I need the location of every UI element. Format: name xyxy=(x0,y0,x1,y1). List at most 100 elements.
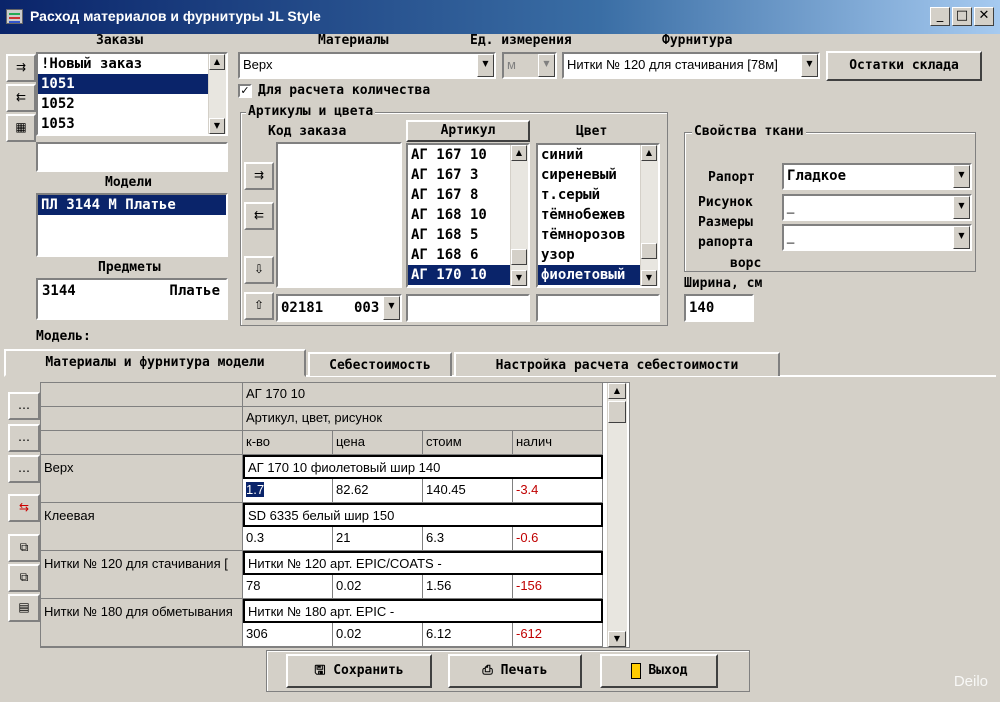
row-desc[interactable]: SD 6335 белый шир 150 xyxy=(243,503,603,527)
arrow-down-icon[interactable]: ⇩ xyxy=(244,256,274,284)
row-desc[interactable]: АГ 170 10 фиолетовый шир 140 xyxy=(243,455,603,479)
chevron-down-icon[interactable]: ▼ xyxy=(953,196,970,219)
qty-checkbox[interactable]: ✓ xyxy=(238,84,252,98)
move-left-icon[interactable]: ⇇ xyxy=(244,202,274,230)
color-scrollbar[interactable]: ▲ ▼ xyxy=(640,145,658,286)
row-desc[interactable]: Нитки № 120 арт. EPIC/COATS - xyxy=(243,551,603,575)
grid-button-2[interactable]: … xyxy=(8,424,40,452)
scroll-thumb[interactable] xyxy=(511,249,527,265)
row-avail[interactable]: -3.4 xyxy=(513,479,603,503)
maximize-button[interactable]: □ xyxy=(952,7,972,26)
row-avail[interactable]: -612 xyxy=(513,623,603,647)
close-button[interactable]: ✕ xyxy=(974,7,994,26)
orders-list[interactable]: !Новый заказ 1051 1052 1053 ▲ ▼ xyxy=(36,52,228,136)
list-item[interactable]: 1051 xyxy=(38,74,226,94)
color-list[interactable]: синий сиреневый т.серый тёмнобежев тёмно… xyxy=(536,143,660,288)
pattern-select[interactable]: _ ▼ xyxy=(782,194,972,221)
pattern-value: _ xyxy=(787,199,795,214)
sizes-value: _ xyxy=(787,229,795,244)
print-button[interactable]: ⎙ Печать xyxy=(448,654,582,688)
save-button[interactable]: 🖫 Сохранить xyxy=(286,654,432,688)
tab-cost-settings[interactable]: Настройка расчета себестоимости xyxy=(454,352,780,376)
grid-button-3[interactable]: … xyxy=(8,455,40,483)
chevron-down-icon[interactable]: ▼ xyxy=(477,54,494,77)
scroll-up-icon[interactable]: ▲ xyxy=(641,145,657,161)
order-input[interactable] xyxy=(36,142,228,172)
row-desc[interactable]: Нитки № 180 арт. EPIC - xyxy=(243,599,603,623)
order-code-list[interactable] xyxy=(276,142,402,288)
chevron-down-icon[interactable]: ▼ xyxy=(383,296,400,320)
move-right-icon[interactable]: ⇉ xyxy=(244,162,274,190)
arrow-up-icon[interactable]: ⇧ xyxy=(244,292,274,320)
article-scrollbar[interactable]: ▲ ▼ xyxy=(510,145,528,286)
minimize-button[interactable]: _ xyxy=(930,7,950,26)
row-qty[interactable]: 306 xyxy=(243,623,333,647)
row-cost[interactable]: 140.45 xyxy=(423,479,513,503)
chevron-down-icon[interactable]: ▼ xyxy=(953,226,970,249)
calendar-icon[interactable]: ▦ xyxy=(6,114,36,142)
scroll-down-icon[interactable]: ▼ xyxy=(608,631,626,647)
list-item[interactable]: ПЛ 3144 М Платье xyxy=(38,195,226,215)
articles-group-label: Артикулы и цвета xyxy=(246,104,376,119)
swap-icon[interactable]: ⇆ xyxy=(8,494,40,522)
scroll-down-icon[interactable]: ▼ xyxy=(209,118,225,134)
scroll-up-icon[interactable]: ▲ xyxy=(608,383,626,399)
row-price[interactable]: 0.02 xyxy=(333,623,423,647)
col-qty: к-во xyxy=(243,431,333,455)
copy-icon[interactable]: ⧉ xyxy=(8,534,40,562)
row-qty[interactable]: 1.7 xyxy=(243,479,333,503)
row-cost[interactable]: 6.12 xyxy=(423,623,513,647)
move-left-icon[interactable]: ⇇ xyxy=(6,84,36,112)
orders-scrollbar[interactable]: ▲ ▼ xyxy=(208,54,226,134)
scroll-thumb[interactable] xyxy=(608,401,626,423)
list-item[interactable]: 1052 xyxy=(38,94,226,114)
grid-button-1[interactable]: … xyxy=(8,392,40,420)
pattern-label: Рисунок xyxy=(698,195,753,210)
row-avail[interactable]: -0.6 xyxy=(513,527,603,551)
tab-cost[interactable]: Себестоимость xyxy=(308,352,452,376)
row-cost[interactable]: 6.3 xyxy=(423,527,513,551)
models-list[interactable]: ПЛ 3144 М Платье xyxy=(36,193,228,257)
calculator-icon[interactable]: ▤ xyxy=(8,594,40,622)
scroll-up-icon[interactable]: ▲ xyxy=(511,145,527,161)
grid-scrollbar[interactable]: ▲ ▼ xyxy=(607,383,627,647)
article-header[interactable]: Артикул xyxy=(406,120,530,142)
hardware-select[interactable]: Нитки № 120 для стачивания [78м] ▼ xyxy=(562,52,820,79)
scroll-down-icon[interactable]: ▼ xyxy=(511,270,527,286)
selected-qty[interactable]: 1.7 xyxy=(246,482,265,497)
exit-button[interactable]: Выход xyxy=(600,654,718,688)
save-button-label: Сохранить xyxy=(333,663,404,678)
materials-value: Верх xyxy=(243,57,273,72)
tab-materials[interactable]: Материалы и фурнитура модели xyxy=(4,349,306,377)
row-qty[interactable]: 78 xyxy=(243,575,333,599)
paste-icon[interactable]: ⧉ xyxy=(8,564,40,592)
list-item[interactable]: 1053 xyxy=(38,114,226,134)
units-select[interactable]: м ▼ xyxy=(502,52,557,79)
chevron-down-icon[interactable]: ▼ xyxy=(953,165,970,188)
row-qty[interactable]: 0.3 xyxy=(243,527,333,551)
materials-grid[interactable]: АГ 170 10 Артикул, цвет, рисунок к-во це… xyxy=(40,382,630,648)
chevron-down-icon[interactable]: ▼ xyxy=(801,54,818,77)
article-list[interactable]: АГ 167 10 АГ 167 3 АГ 167 8 АГ 168 10 АГ… xyxy=(406,143,530,288)
stock-button[interactable]: Остатки склада xyxy=(826,51,982,81)
scroll-down-icon[interactable]: ▼ xyxy=(641,270,657,286)
rapport-select[interactable]: Гладкое ▼ xyxy=(782,163,972,190)
sizes-select[interactable]: _ ▼ xyxy=(782,224,972,251)
subjects-list[interactable]: 3144 Платье xyxy=(36,278,228,320)
scroll-thumb[interactable] xyxy=(641,243,657,259)
list-item[interactable]: !Новый заказ xyxy=(38,54,226,74)
color-input[interactable] xyxy=(536,294,660,322)
row-cost[interactable]: 1.56 xyxy=(423,575,513,599)
order-code-select[interactable]: 02181 003 ▼ xyxy=(276,294,402,322)
row-price[interactable]: 21 xyxy=(333,527,423,551)
move-right-icon[interactable]: ⇉ xyxy=(6,54,36,82)
row-avail[interactable]: -156 xyxy=(513,575,603,599)
row-price[interactable]: 0.02 xyxy=(333,575,423,599)
materials-select[interactable]: Верх ▼ xyxy=(238,52,496,79)
row-price[interactable]: 82.62 xyxy=(333,479,423,503)
article-input[interactable] xyxy=(406,294,530,322)
chevron-down-icon[interactable]: ▼ xyxy=(538,54,555,77)
col-avail: налич xyxy=(513,431,603,455)
scroll-up-icon[interactable]: ▲ xyxy=(209,54,225,70)
width-input[interactable]: 140 xyxy=(684,294,754,322)
